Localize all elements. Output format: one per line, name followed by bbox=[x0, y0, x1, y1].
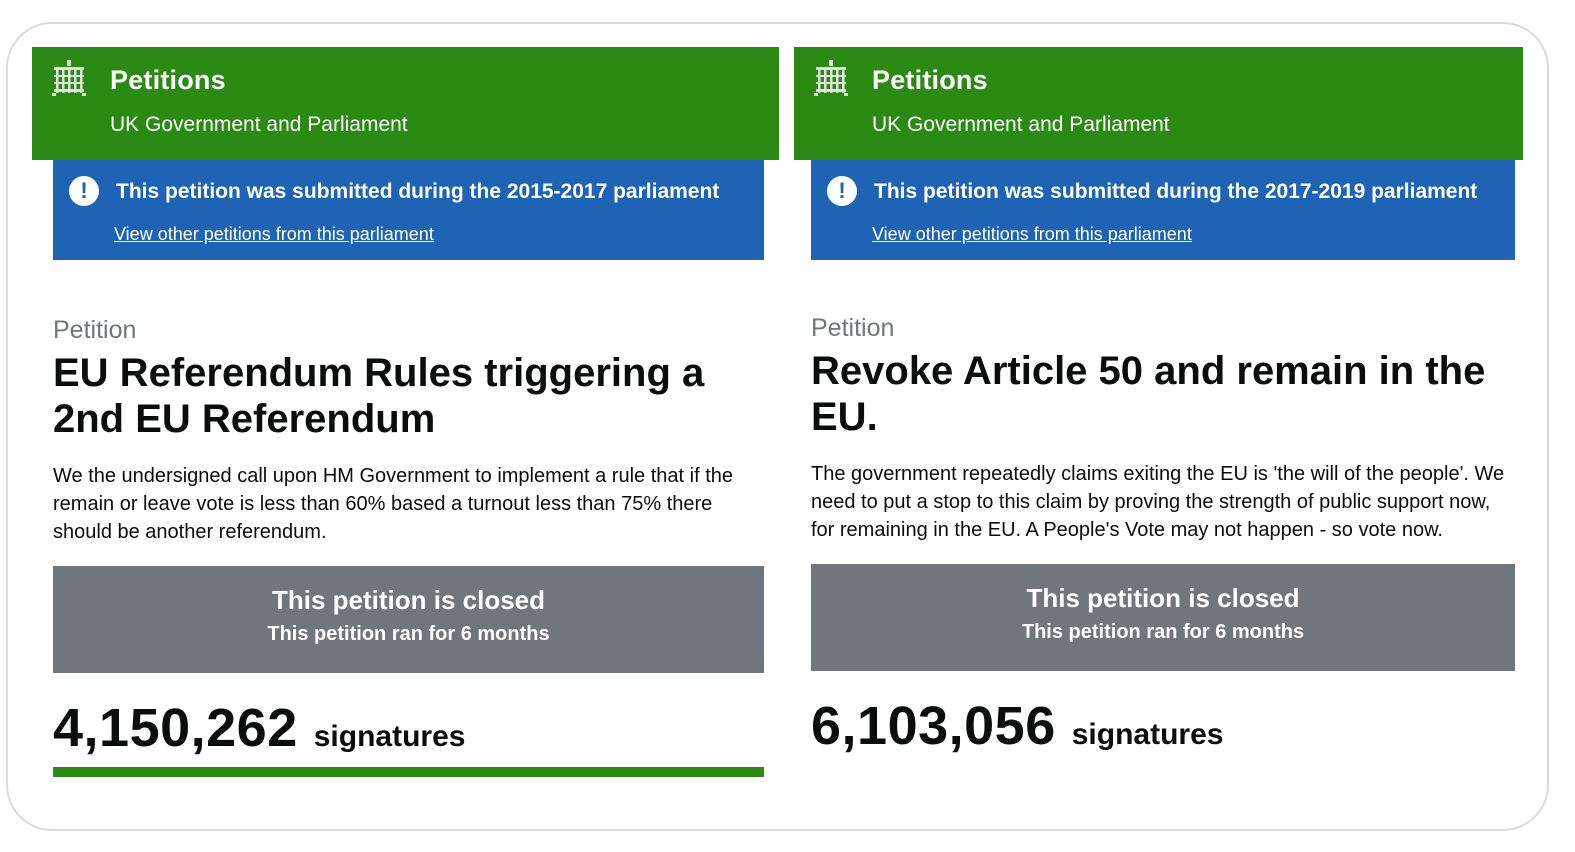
closed-subtitle: This petition ran for 6 months bbox=[267, 623, 550, 645]
signature-count: 6,103,056 signatures bbox=[811, 695, 1515, 757]
petition-title: EU Referendum Rules triggering a 2nd EU … bbox=[53, 351, 705, 441]
site-header: Petitions UK Government and Parliament bbox=[794, 47, 1523, 160]
closed-title: This petition is closed bbox=[271, 585, 546, 615]
petition-kicker: Petition bbox=[811, 314, 895, 342]
petition-kicker: Petition bbox=[53, 316, 137, 344]
petition-content: Petition Revoke Article 50 and remain in… bbox=[811, 313, 1515, 757]
view-other-petitions-link[interactable]: View other petitions from this parliamen… bbox=[872, 224, 1192, 245]
site-header: Petitions UK Government and Parliament bbox=[32, 47, 779, 160]
signature-progress-fill bbox=[53, 767, 764, 777]
parliament-banner: ! This petition was submitted during the… bbox=[811, 160, 1515, 260]
petition-closed-box: This petition is closed This petition ra… bbox=[811, 564, 1515, 671]
petition-title: Revoke Article 50 and remain in the EU. bbox=[811, 349, 1486, 439]
signature-progress-bar bbox=[53, 767, 764, 777]
signature-label: signatures bbox=[1071, 718, 1224, 751]
site-title[interactable]: Petitions bbox=[872, 65, 988, 96]
site-subtitle: UK Government and Parliament bbox=[872, 113, 1170, 136]
site-title[interactable]: Petitions bbox=[110, 65, 226, 96]
closed-title: This petition is closed bbox=[1026, 583, 1300, 613]
exclamation-circle-icon: ! bbox=[69, 176, 99, 206]
signature-number: 6,103,056 bbox=[811, 696, 1056, 756]
signature-number: 4,150,262 bbox=[53, 698, 298, 758]
petition-description: We the undersigned call upon HM Governme… bbox=[53, 465, 733, 543]
petition-closed-box: This petition is closed This petition ra… bbox=[53, 566, 764, 673]
banner-message: This petition was submitted during the 2… bbox=[874, 180, 1478, 203]
exclamation-circle-icon: ! bbox=[827, 176, 857, 206]
view-other-petitions-link[interactable]: View other petitions from this parliamen… bbox=[114, 224, 434, 245]
petition-description: The government repeatedly claims exiting… bbox=[811, 463, 1505, 541]
petition-content: Petition EU Referendum Rules triggering … bbox=[53, 315, 764, 777]
site-subtitle: UK Government and Parliament bbox=[110, 113, 408, 136]
closed-subtitle: This petition ran for 6 months bbox=[1021, 621, 1305, 643]
parliament-portcullis-icon bbox=[814, 60, 848, 96]
signature-label: signatures bbox=[313, 720, 466, 753]
banner-message: This petition was submitted during the 2… bbox=[116, 180, 720, 203]
parliament-portcullis-icon bbox=[52, 60, 86, 96]
parliament-banner: ! This petition was submitted during the… bbox=[53, 160, 764, 260]
signature-count: 4,150,262 signatures bbox=[53, 697, 764, 759]
